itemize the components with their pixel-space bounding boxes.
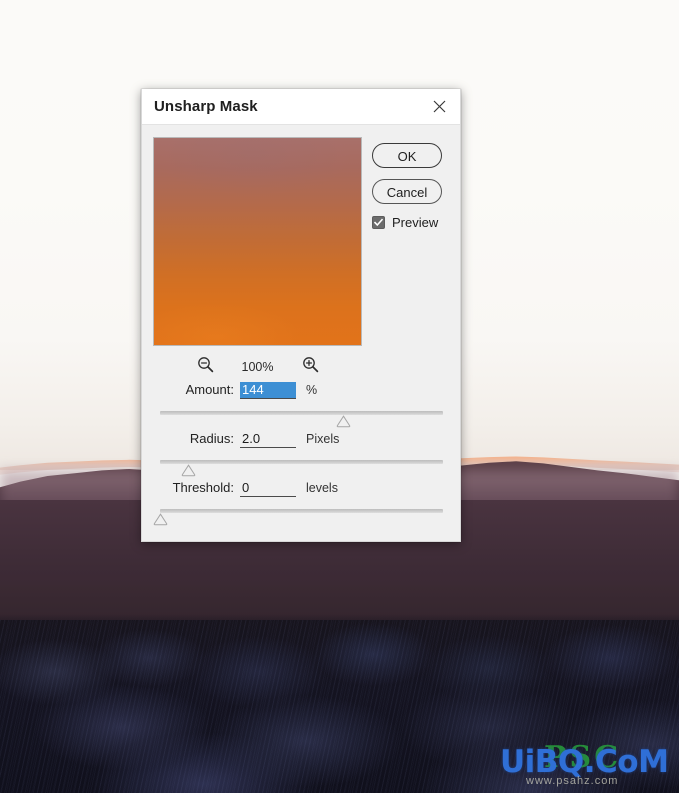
radius-slider-track[interactable] bbox=[160, 460, 443, 464]
radius-unit: Pixels bbox=[306, 432, 340, 446]
dialog-titlebar[interactable]: Unsharp Mask bbox=[142, 89, 460, 125]
threshold-slider[interactable] bbox=[142, 507, 460, 529]
radius-input[interactable] bbox=[240, 431, 296, 448]
radius-section: Radius: Pixels bbox=[142, 431, 460, 480]
dialog-title: Unsharp Mask bbox=[154, 98, 258, 115]
threshold-slider-track[interactable] bbox=[160, 509, 443, 513]
amount-unit: % bbox=[306, 383, 318, 397]
amount-field-row: Amount: % bbox=[142, 382, 460, 406]
radius-slider-handle[interactable] bbox=[181, 464, 196, 477]
zoom-in-icon[interactable] bbox=[302, 356, 319, 378]
amount-section: Amount: % bbox=[142, 382, 460, 431]
close-icon[interactable] bbox=[428, 96, 450, 118]
check-icon[interactable] bbox=[372, 216, 385, 229]
preview-toggle[interactable]: Preview bbox=[372, 215, 460, 230]
amount-input[interactable] bbox=[240, 382, 296, 399]
preview-checkbox-label: Preview bbox=[392, 215, 439, 230]
dialog-actions: OK Cancel Preview bbox=[362, 137, 460, 346]
threshold-input[interactable] bbox=[240, 480, 296, 497]
amount-slider-track[interactable] bbox=[160, 411, 443, 415]
amount-slider-handle[interactable] bbox=[336, 415, 351, 428]
ok-button[interactable]: OK bbox=[372, 143, 442, 168]
dialog-bottom-padding bbox=[142, 529, 460, 541]
radius-slider[interactable] bbox=[142, 458, 460, 480]
threshold-section: Threshold: levels bbox=[142, 480, 460, 529]
threshold-label: Threshold: bbox=[172, 480, 234, 495]
zoom-controls: 100% bbox=[153, 356, 362, 378]
rock-texture bbox=[0, 620, 679, 793]
unsharp-mask-dialog: Unsharp Mask OK Cancel Preview 100% Amou… bbox=[141, 89, 461, 542]
threshold-slider-handle[interactable] bbox=[153, 513, 168, 526]
zoom-level: 100% bbox=[241, 360, 274, 374]
radius-field-row: Radius: Pixels bbox=[142, 431, 460, 455]
radius-label: Radius: bbox=[189, 431, 234, 446]
filter-preview[interactable] bbox=[153, 137, 362, 346]
amount-label: Amount: bbox=[185, 382, 234, 397]
amount-slider[interactable] bbox=[142, 409, 460, 431]
zoom-out-icon[interactable] bbox=[197, 356, 214, 378]
cancel-button[interactable]: Cancel bbox=[372, 179, 442, 204]
dialog-body: OK Cancel Preview 100% Amount: 144 % Rad… bbox=[142, 125, 460, 541]
preview-and-actions: OK Cancel Preview bbox=[142, 125, 460, 346]
threshold-field-row: Threshold: levels bbox=[142, 480, 460, 504]
threshold-unit: levels bbox=[306, 481, 338, 495]
